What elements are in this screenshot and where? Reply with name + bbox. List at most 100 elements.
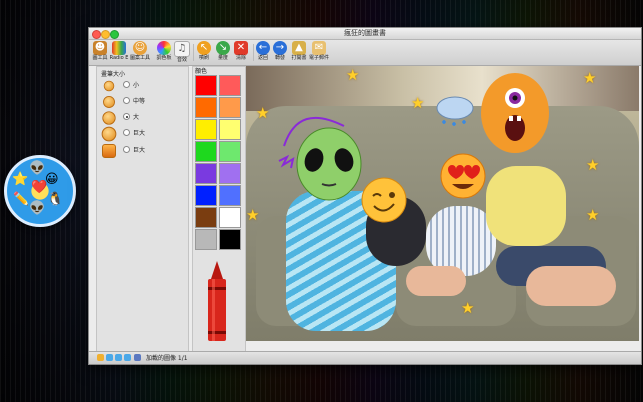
email-button[interactable]: ✉ 電子郵件 xyxy=(308,41,330,62)
brush-size-panel: 畫筆大小 小 中等 大 巨大 巨大 xyxy=(96,66,189,358)
child-figure xyxy=(486,166,566,246)
toolbar: ☻ 圖工具 Radio E ☺ 圖案工具 調色板 ♫ 音效 ↖ 噴刷 ↘ 量度 xyxy=(89,40,641,66)
check-icon: ↘ xyxy=(216,41,230,55)
back-arrow-icon: ← xyxy=(256,41,270,55)
color-swatch[interactable] xyxy=(195,119,217,140)
color-swatch[interactable] xyxy=(195,75,217,96)
star-sticker: ★ xyxy=(583,69,597,87)
size-radio[interactable] xyxy=(123,97,130,104)
color-swatch[interactable] xyxy=(219,97,241,118)
star-sticker: ★ xyxy=(346,66,360,84)
alien-sticker xyxy=(278,116,362,201)
drawing-canvas[interactable]: ★ ★ ★ ★ ★ ★ ★ ★ xyxy=(246,66,639,341)
color-swatch[interactable] xyxy=(195,185,217,206)
penguin-icon: 🐧 xyxy=(47,192,64,207)
tool-label: Radio E xyxy=(109,55,129,61)
size-option-medium[interactable]: 中等 xyxy=(102,95,186,109)
twitter-icon[interactable] xyxy=(124,354,131,361)
size-radio-selected[interactable] xyxy=(123,113,130,120)
face-huge-icon xyxy=(101,126,117,142)
star-icon: ⭐ xyxy=(12,172,29,187)
twitter-icon[interactable] xyxy=(106,354,113,361)
size-option-huge-2[interactable]: 巨大 xyxy=(102,144,186,158)
star-sticker: ★ xyxy=(246,206,260,224)
color-swatch[interactable] xyxy=(195,163,217,184)
child-legs xyxy=(406,266,466,296)
music-icon: ♫ xyxy=(174,41,190,57)
color-swatch[interactable] xyxy=(219,185,241,206)
color-swatch[interactable] xyxy=(195,229,217,250)
wink-smiley-sticker xyxy=(361,177,407,223)
size-option-huge[interactable]: 巨大 xyxy=(101,126,186,142)
tool-label: 打開書 xyxy=(291,55,307,61)
twitter-icon[interactable] xyxy=(115,354,122,361)
app-dock-icon[interactable]: 👽 ⭐ 😀 ❤️ ✏️ 🐧 👽 xyxy=(4,155,76,227)
pencil-icon: ✏️ xyxy=(13,192,30,207)
size-label: 巨大 xyxy=(133,147,146,154)
star-sticker: ★ xyxy=(256,104,270,122)
star-sticker: ★ xyxy=(461,299,475,317)
size-radio[interactable] xyxy=(123,146,130,153)
face-huge-icon xyxy=(102,144,116,158)
tool-label: 音效 xyxy=(176,57,187,63)
tool-label: 電子郵件 xyxy=(308,55,329,61)
app-window: 瘋狂的圖畫書 ☻ 圖工具 Radio E ☺ 圖案工具 調色板 ♫ 音效 ↖ 噴… xyxy=(88,27,642,365)
color-swatch[interactable] xyxy=(195,141,217,162)
color-swatch[interactable] xyxy=(219,207,241,228)
face-medium-icon xyxy=(103,96,115,108)
color-swatch[interactable] xyxy=(219,119,241,140)
tool-label: 圖案工具 xyxy=(129,55,150,61)
size-label: 中等 xyxy=(133,98,146,105)
star-sticker: ★ xyxy=(586,156,600,174)
status-text: 加載的圖像 1/1 xyxy=(146,355,188,362)
size-label: 巨大 xyxy=(133,130,146,137)
window-title: 瘋狂的圖畫書 xyxy=(344,29,386,37)
crayons-icon xyxy=(112,41,126,55)
open-book-icon: ▲ xyxy=(292,41,306,55)
color-swatch[interactable] xyxy=(195,97,217,118)
child-legs xyxy=(526,266,616,306)
size-radio[interactable] xyxy=(123,129,130,136)
color-swatch[interactable] xyxy=(219,141,241,162)
people-icon[interactable] xyxy=(134,354,141,361)
color-swatch[interactable] xyxy=(219,229,241,250)
alien-icon: 👽 xyxy=(29,161,46,176)
clear-button[interactable]: ✕ 清除 xyxy=(230,41,252,62)
close-icon: ✕ xyxy=(234,41,248,55)
heart-icon: ❤️ xyxy=(31,180,48,195)
status-bar: 加載的圖像 1/1 xyxy=(89,351,641,364)
face-small-icon xyxy=(103,80,115,92)
title-bar: 瘋狂的圖畫書 xyxy=(89,28,641,40)
size-radio[interactable] xyxy=(123,81,130,88)
palette-icon xyxy=(157,41,171,55)
size-option-large[interactable]: 大 xyxy=(102,111,186,125)
person-tool-icon: ☻ xyxy=(93,41,107,55)
sticker-tool-button[interactable]: ☺ 圖案工具 xyxy=(129,41,151,62)
orange-monster-sticker xyxy=(481,73,549,153)
color-panel: 顏色 xyxy=(192,66,246,358)
forward-arrow-icon: → xyxy=(273,41,287,55)
smiley-icon: ☺ xyxy=(133,41,147,55)
face-large-icon xyxy=(102,111,116,125)
email-icon: ✉ xyxy=(312,41,326,55)
star-sticker: ★ xyxy=(586,206,600,224)
tool-label: 清除 xyxy=(235,55,246,61)
size-option-small[interactable]: 小 xyxy=(102,79,186,93)
color-swatch[interactable] xyxy=(195,207,217,228)
color-swatch[interactable] xyxy=(219,163,241,184)
color-swatch[interactable] xyxy=(219,75,241,96)
star-sticker: ★ xyxy=(411,94,425,112)
selected-crayon xyxy=(208,261,226,341)
star-icon[interactable] xyxy=(97,354,104,361)
color-heading: 顏色 xyxy=(195,68,208,75)
heart-eyes-smiley-sticker xyxy=(440,153,486,199)
alien-icon: 👽 xyxy=(29,201,46,216)
crayons-button[interactable]: Radio E xyxy=(108,41,130,62)
spray-icon: ↖ xyxy=(197,41,211,55)
size-label: 小 xyxy=(133,82,140,89)
open-book-button[interactable]: ▲ 打開書 xyxy=(288,41,310,62)
size-label: 大 xyxy=(133,114,140,121)
rain-cloud-sticker xyxy=(436,96,474,126)
sound-button[interactable]: ♫ 音效 xyxy=(171,41,193,64)
color-swatch-grid xyxy=(195,75,243,250)
